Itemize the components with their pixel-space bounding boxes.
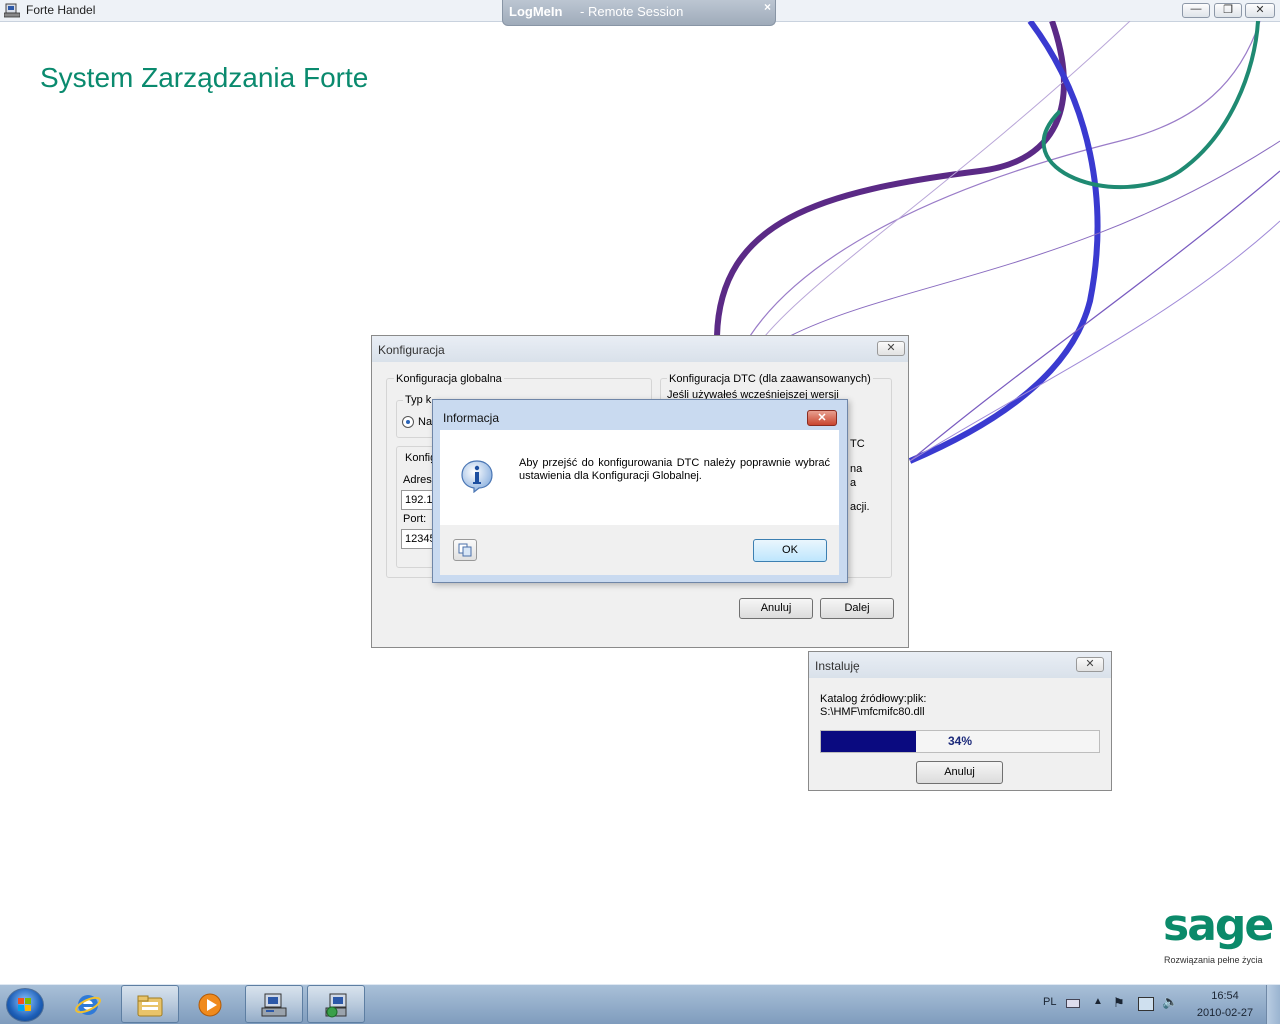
logmein-session-text: Remote Session — [587, 4, 684, 19]
taskbar-internet-explorer[interactable] — [60, 985, 118, 1023]
close-button[interactable]: ✕ — [1245, 3, 1275, 18]
clock-date[interactable]: 2010-02-27 — [1196, 1007, 1254, 1019]
clock-time[interactable]: 16:54 — [1196, 990, 1254, 1002]
ok-button[interactable]: OK — [753, 539, 827, 562]
install-cancel-button[interactable]: Anuluj — [916, 761, 1003, 784]
close-icon: ✕ — [1255, 4, 1265, 16]
install-progress-bar: 34% — [820, 730, 1100, 753]
install-close-button[interactable]: ✕ — [1076, 657, 1104, 672]
restore-button[interactable]: ❐ — [1214, 3, 1242, 18]
network-icon[interactable] — [1138, 997, 1154, 1011]
show-desktop-button[interactable] — [1266, 985, 1280, 1024]
app-title-bar: Forte Handel LogMeIn - Remote Session × … — [0, 0, 1280, 26]
informacja-message: Aby przejść do konfigurowania DTC należy… — [519, 457, 830, 482]
minimize-button[interactable]: — — [1182, 3, 1210, 18]
copy-icon — [458, 543, 472, 557]
information-icon — [461, 460, 493, 493]
show-hidden-icons-icon[interactable]: ▲ — [1093, 996, 1103, 1007]
address-label: Adres — [403, 474, 432, 486]
windows-explorer-icon — [137, 995, 163, 1017]
minimize-icon: — — [1190, 3, 1202, 15]
forte-app-icon — [4, 3, 20, 18]
install-progress-label: 34% — [947, 734, 973, 748]
language-indicator[interactable]: PL — [1043, 996, 1056, 1008]
informacja-close-button[interactable]: ✕ — [807, 410, 837, 426]
taskbar-forte-installer[interactable] — [245, 985, 303, 1023]
install-title: Instaluję — [815, 659, 860, 673]
taskbar-forte-setup[interactable] — [307, 985, 365, 1023]
logmein-close-icon[interactable]: × — [764, 0, 771, 14]
konfiguracja-title: Konfiguracja — [378, 343, 445, 357]
install-title-bar: Instaluję ✕ — [809, 652, 1111, 678]
dtc-config-group-title: Konfiguracja DTC (dla zaawansowanych) — [667, 373, 873, 385]
forte-installer-icon — [261, 993, 287, 1017]
install-source-label: Katalog źródłowy:plik: — [820, 693, 927, 705]
global-config-group-title: Konfiguracja globalna — [394, 373, 504, 385]
logmein-separator: - — [580, 4, 588, 19]
konfiguracja-cancel-button[interactable]: Anuluj — [739, 598, 813, 619]
start-button[interactable] — [6, 988, 44, 1022]
install-progress-window: Instaluję ✕ Katalog źródłowy:plik: S:\HM… — [808, 651, 1112, 791]
media-player-icon — [198, 993, 222, 1017]
dtc-text-fragment: na — [850, 463, 863, 475]
logmein-brand: LogMeIn — [509, 4, 563, 19]
konfiguracja-close-button[interactable]: ✕ — [877, 341, 905, 356]
port-label: Port: — [403, 513, 427, 525]
config-type-radio-label: Na — [418, 416, 433, 428]
konfiguracja-next-button[interactable]: Dalej — [820, 598, 894, 619]
informacja-dialog: Informacja ✕ Aby przejść do konfigurowan… — [432, 399, 848, 583]
page-title: System Zarządzania Forte — [40, 62, 369, 93]
keyboard-icon[interactable] — [1066, 999, 1080, 1008]
logmein-session-label: - Remote Session — [580, 4, 683, 19]
konfiguracja-title-bar: Konfiguracja ✕ — [372, 336, 908, 362]
dtc-text-fragment: a — [850, 477, 857, 489]
sage-tagline: Rozwiązania pełne życia — [1164, 955, 1263, 965]
install-source-file: S:\HMF\mfcmifc80.dll — [820, 706, 925, 718]
app-title: Forte Handel — [26, 3, 96, 17]
restore-icon: ❐ — [1223, 4, 1233, 16]
taskbar: PL ▲ ⚑ 🔈 16:54 2010-02-27 — [0, 984, 1280, 1024]
taskbar-windows-explorer[interactable] — [121, 985, 179, 1023]
volume-icon[interactable]: 🔈 — [1162, 994, 1178, 1010]
config-type-radio[interactable] — [402, 416, 414, 428]
forte-setup-icon — [325, 993, 347, 1018]
action-center-flag-icon[interactable]: ⚑ — [1113, 995, 1125, 1011]
dtc-text-fragment: TC — [850, 438, 865, 450]
taskbar-media-player[interactable] — [182, 985, 240, 1023]
informacja-title: Informacja — [443, 411, 500, 425]
windows-logo-icon — [18, 998, 31, 1011]
sage-logo: sage — [1163, 900, 1274, 951]
internet-explorer-icon — [75, 995, 101, 1015]
config-type-group-title: Typ k — [403, 394, 434, 406]
copy-button[interactable] — [453, 539, 477, 561]
dtc-text-fragment: acji. — [850, 501, 870, 513]
